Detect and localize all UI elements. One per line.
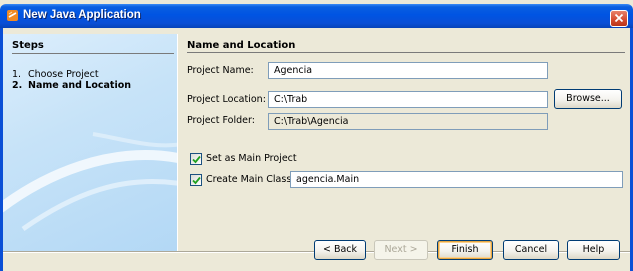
- checkmark-icon: [192, 176, 201, 185]
- main-class-label[interactable]: Create Main Class: [206, 174, 291, 185]
- back-button[interactable]: < Back: [314, 240, 366, 260]
- next-button[interactable]: Next >: [374, 240, 428, 260]
- steps-divider: [12, 53, 174, 54]
- pane-divider: [177, 34, 178, 251]
- browse-button[interactable]: Browse...: [554, 89, 622, 109]
- close-button[interactable]: [610, 10, 628, 27]
- close-icon: [614, 13, 624, 23]
- project-name-label: Project Name:: [187, 65, 254, 76]
- main-project-label[interactable]: Set as Main Project: [206, 153, 297, 164]
- window-title: New Java Application: [23, 9, 141, 21]
- main-class-checkbox[interactable]: [190, 174, 202, 186]
- step-choose-project: 1. Choose Project: [12, 69, 99, 80]
- project-folder-field: [268, 113, 548, 130]
- step-number: 1.: [12, 69, 22, 80]
- step-number: 2.: [12, 80, 23, 91]
- project-name-input[interactable]: [268, 62, 548, 79]
- dialog-window: New Java Application Steps 1. Choose Proj…: [0, 0, 633, 271]
- java-cup-icon: [7, 10, 18, 21]
- panel-title: Name and Location: [187, 40, 296, 51]
- project-folder-label: Project Folder:: [187, 115, 255, 126]
- dialog-client: Steps 1. Choose Project 2. Name and Locati…: [3, 28, 630, 271]
- cancel-button[interactable]: Cancel: [503, 240, 559, 260]
- panel-divider: [187, 52, 625, 53]
- checkmark-icon: [192, 155, 201, 164]
- step-name-and-location: 2. Name and Location: [12, 80, 131, 91]
- steps-title: Steps: [12, 40, 44, 51]
- finish-button[interactable]: Finish: [437, 240, 493, 260]
- main-project-checkbox[interactable]: [190, 153, 202, 165]
- title-bar[interactable]: New Java Application: [0, 4, 633, 28]
- main-class-input[interactable]: [290, 171, 623, 188]
- help-button[interactable]: Help: [567, 240, 620, 260]
- project-location-input[interactable]: [268, 91, 548, 108]
- steps-pane: Steps 1. Choose Project 2. Name and Locati…: [3, 34, 177, 251]
- decorative-swoosh: [3, 132, 177, 232]
- step-label: Name and Location: [28, 80, 132, 91]
- step-label: Choose Project: [28, 69, 99, 80]
- project-location-label: Project Location:: [187, 94, 266, 105]
